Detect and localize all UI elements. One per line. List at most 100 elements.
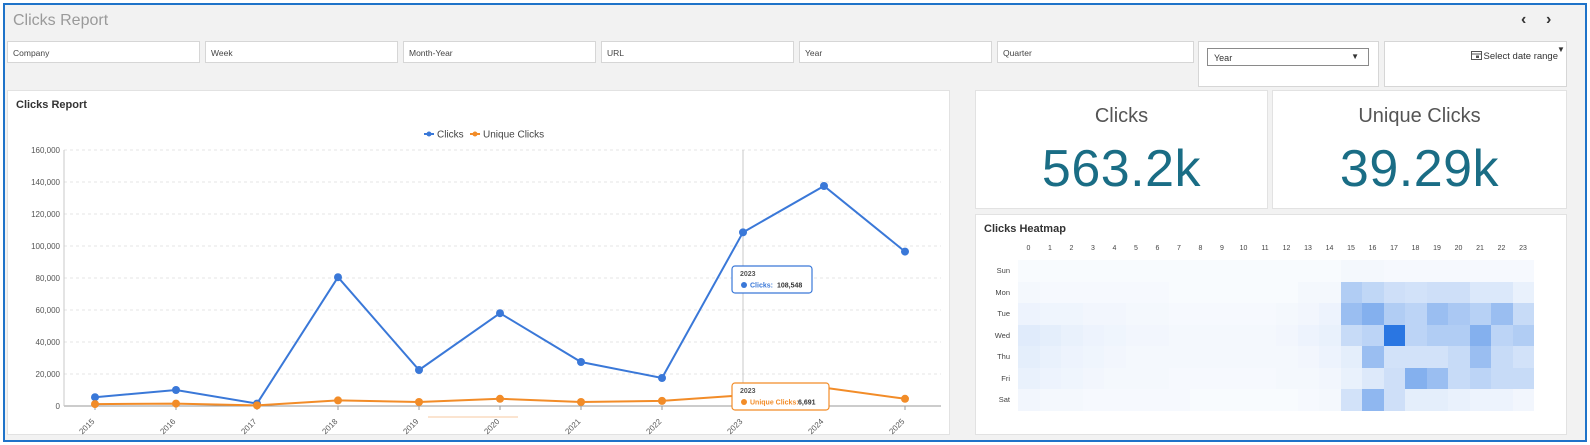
heatmap-cell[interactable] [1254,367,1276,389]
heatmap-cell[interactable] [1319,260,1341,282]
heatmap-cell[interactable] [1362,281,1384,303]
heatmap-cell[interactable] [1104,260,1126,282]
heatmap-cell[interactable] [1426,281,1448,303]
heatmap-cell[interactable] [1168,389,1190,411]
heatmap-cell[interactable] [1319,367,1341,389]
heatmap-cell[interactable] [1362,324,1384,346]
heatmap-cell[interactable] [1254,281,1276,303]
heatmap-cell[interactable] [1082,346,1104,368]
heatmap-cell[interactable] [1039,324,1061,346]
heatmap-cell[interactable] [1190,367,1212,389]
heatmap-cell[interactable] [1061,260,1083,282]
heatmap-cell[interactable] [1018,346,1040,368]
heatmap-cell[interactable] [1233,346,1255,368]
heatmap-cell[interactable] [1254,303,1276,325]
heatmap-cell[interactable] [1405,389,1427,411]
heatmap-cell[interactable] [1297,324,1319,346]
heatmap-cell[interactable] [1211,281,1233,303]
heatmap-cell[interactable] [1383,389,1405,411]
heatmap-cell[interactable] [1061,303,1083,325]
heatmap-cell[interactable] [1061,389,1083,411]
previous-sheet-button[interactable]: ‹ [1521,11,1526,29]
heatmap-cell[interactable] [1018,281,1040,303]
heatmap-cell[interactable] [1104,303,1126,325]
heatmap-cell[interactable] [1147,346,1169,368]
heatmap-cell[interactable] [1297,260,1319,282]
heatmap-cell[interactable] [1147,389,1169,411]
heatmap-cell[interactable] [1469,324,1491,346]
heatmap-cell[interactable] [1190,303,1212,325]
heatmap-cell[interactable] [1082,260,1104,282]
heatmap-cell[interactable] [1276,303,1298,325]
heatmap-cell[interactable] [1512,367,1534,389]
heatmap-cell[interactable] [1039,367,1061,389]
heatmap-cell[interactable] [1211,367,1233,389]
heatmap-cell[interactable] [1512,281,1534,303]
heatmap-cell[interactable] [1254,324,1276,346]
date-range-dropdown-icon[interactable]: ▼ [1557,45,1565,54]
heatmap-cell[interactable] [1190,324,1212,346]
heatmap-cell[interactable] [1147,324,1169,346]
heatmap-cell[interactable] [1018,260,1040,282]
heatmap-cell[interactable] [1168,324,1190,346]
heatmap-cell[interactable] [1426,324,1448,346]
heatmap-cell[interactable] [1254,346,1276,368]
heatmap-cell[interactable] [1448,281,1470,303]
heatmap-cell[interactable] [1383,260,1405,282]
heatmap-cell[interactable] [1018,303,1040,325]
heatmap-cell[interactable] [1254,389,1276,411]
heatmap-cell[interactable] [1426,389,1448,411]
heatmap-cell[interactable] [1082,324,1104,346]
heatmap-cell[interactable] [1383,324,1405,346]
heatmap-cell[interactable] [1082,281,1104,303]
heatmap-cell[interactable] [1190,346,1212,368]
heatmap-cell[interactable] [1340,303,1362,325]
heatmap-cell[interactable] [1448,346,1470,368]
heatmap-cell[interactable] [1491,260,1513,282]
heatmap-cell[interactable] [1426,303,1448,325]
heatmap-cell[interactable] [1340,260,1362,282]
heatmap-cell[interactable] [1426,260,1448,282]
heatmap-cell[interactable] [1405,260,1427,282]
heatmap-cell[interactable] [1362,303,1384,325]
heatmap-cell[interactable] [1448,260,1470,282]
heatmap-cell[interactable] [1104,346,1126,368]
heatmap-cell[interactable] [1340,367,1362,389]
heatmap-cell[interactable] [1168,303,1190,325]
filter-week[interactable]: Week [205,41,398,63]
heatmap-cell[interactable] [1405,367,1427,389]
heatmap-cell[interactable] [1039,260,1061,282]
heatmap-cell[interactable] [1104,367,1126,389]
heatmap-cell[interactable] [1297,367,1319,389]
heatmap-cell[interactable] [1125,324,1147,346]
heatmap-cell[interactable] [1104,324,1126,346]
heatmap-cell[interactable] [1233,281,1255,303]
heatmap-cell[interactable] [1061,324,1083,346]
heatmap-cell[interactable] [1319,346,1341,368]
heatmap-cell[interactable] [1491,367,1513,389]
heatmap-cell[interactable] [1491,346,1513,368]
heatmap-cell[interactable] [1276,367,1298,389]
heatmap-cell[interactable] [1061,281,1083,303]
heatmap-cell[interactable] [1276,281,1298,303]
heatmap-cell[interactable] [1405,346,1427,368]
next-sheet-button[interactable]: › [1546,11,1551,29]
heatmap-cell[interactable] [1190,389,1212,411]
filter-company[interactable]: Company [7,41,200,63]
heatmap-cell[interactable] [1211,346,1233,368]
heatmap-cell[interactable] [1448,389,1470,411]
heatmap-cell[interactable] [1512,389,1534,411]
heatmap-cell[interactable] [1018,389,1040,411]
heatmap-cell[interactable] [1233,303,1255,325]
heatmap-cell[interactable] [1233,389,1255,411]
heatmap-cell[interactable] [1125,367,1147,389]
heatmap-cell[interactable] [1125,303,1147,325]
heatmap-cell[interactable] [1104,281,1126,303]
heatmap-cell[interactable] [1512,346,1534,368]
heatmap-cell[interactable] [1319,389,1341,411]
heatmap-cell[interactable] [1448,367,1470,389]
heatmap-cell[interactable] [1383,281,1405,303]
heatmap-cell[interactable] [1276,346,1298,368]
heatmap-cell[interactable] [1319,303,1341,325]
heatmap-cell[interactable] [1362,260,1384,282]
